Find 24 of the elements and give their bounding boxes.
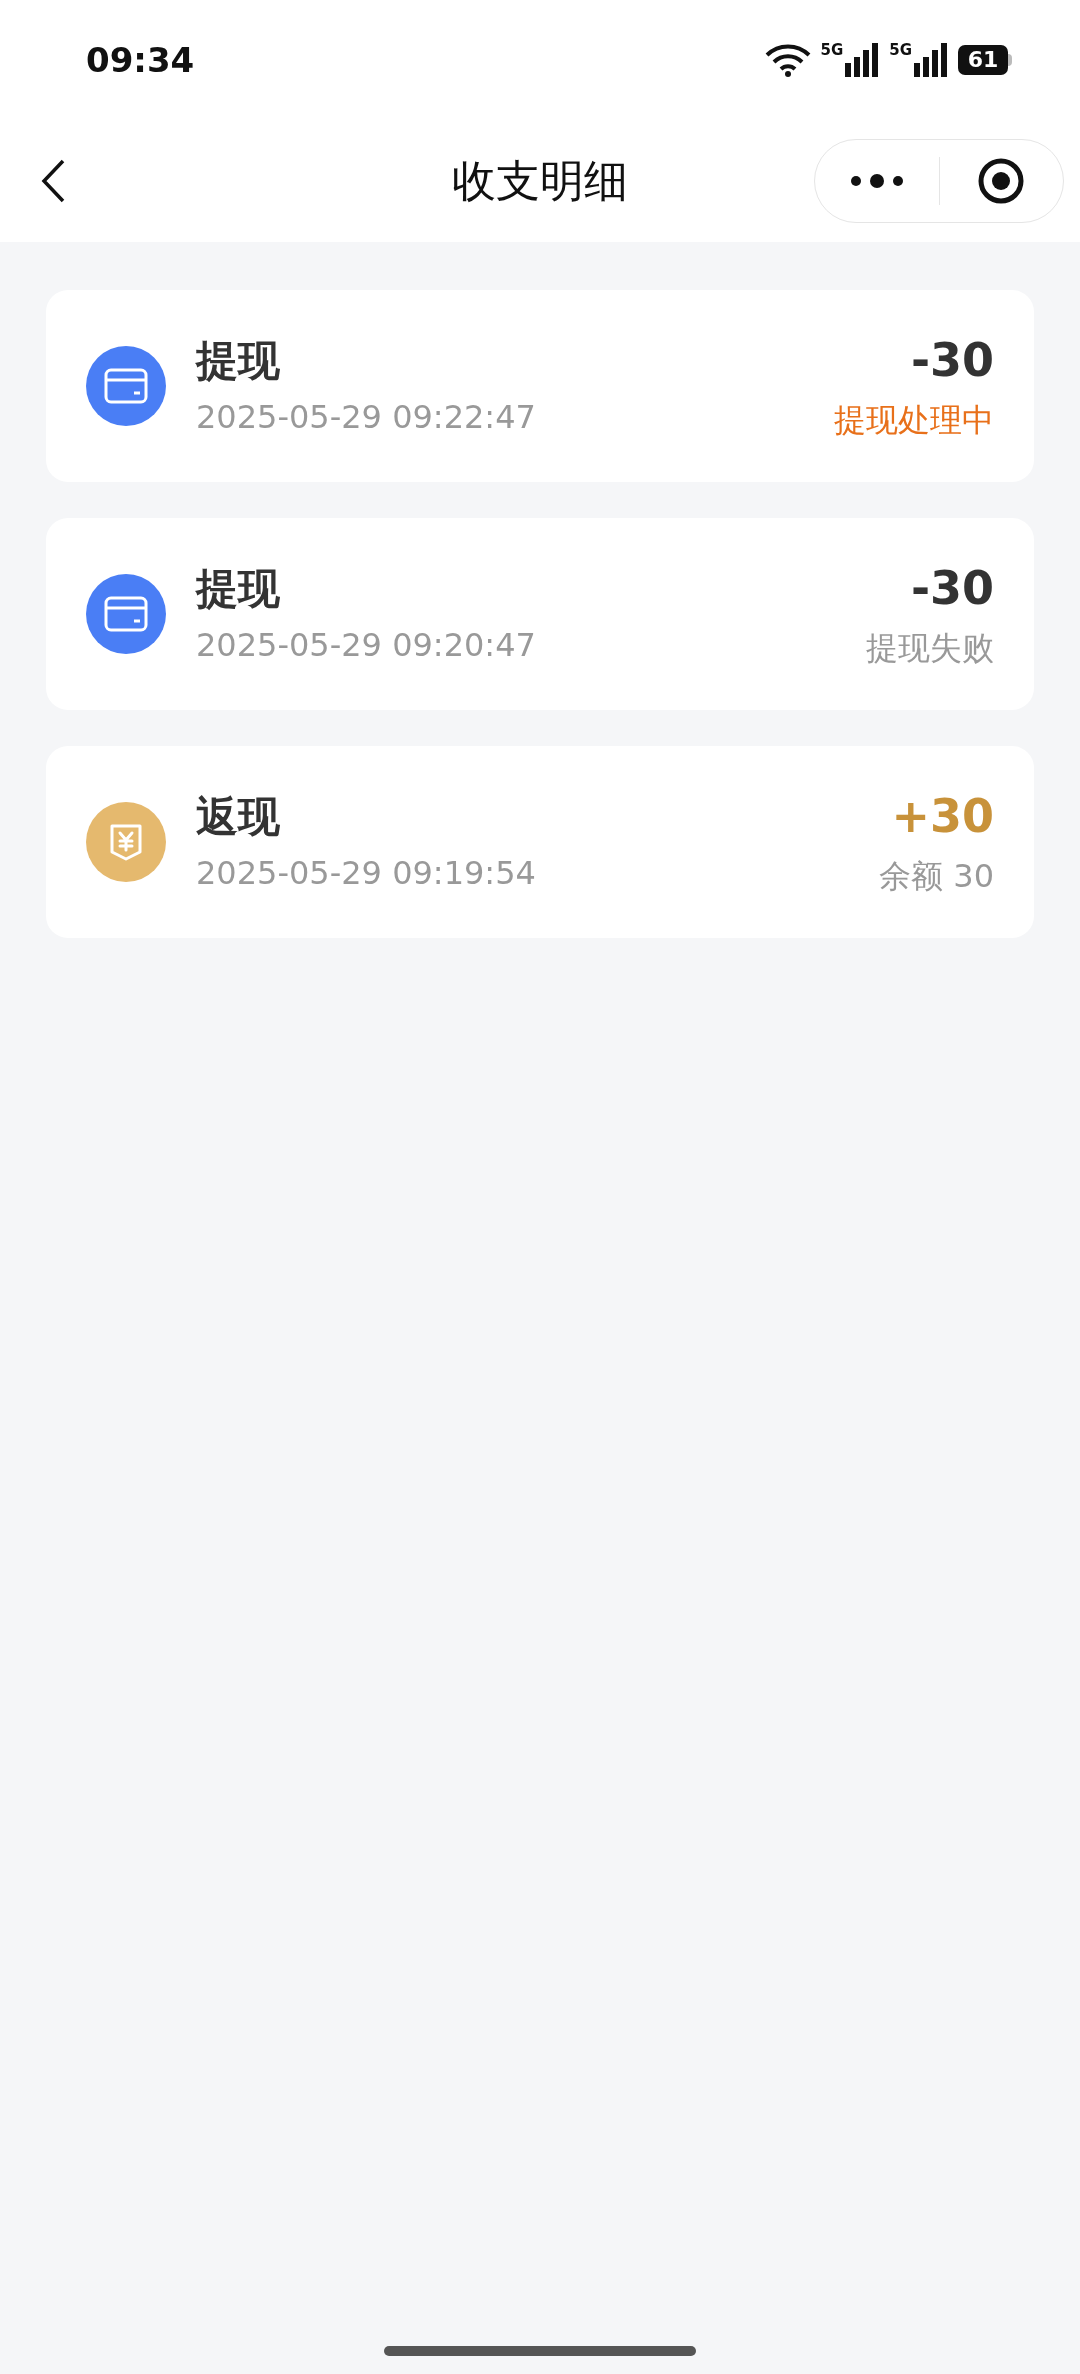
transaction-time: 2025-05-29 09:19:54 [196, 853, 536, 894]
transaction-status: 余额 30 [879, 855, 994, 896]
back-icon[interactable] [40, 158, 66, 204]
transaction-title: 返现 [196, 790, 281, 843]
transaction-time: 2025-05-29 09:22:47 [196, 397, 536, 438]
transaction-title: 提现 [196, 334, 281, 387]
transaction-title: 提现 [196, 562, 281, 615]
amount: -30 [910, 332, 994, 390]
network-label: 5G [820, 43, 844, 58]
transaction-time: 2025-05-29 09:20:47 [196, 625, 536, 666]
transaction-card[interactable]: 提现 2025-05-29 09:20:47 -30 提现失败 [46, 518, 1034, 710]
amount: -30 [910, 560, 994, 618]
transaction-status: 提现失败 [866, 627, 994, 668]
transaction-card[interactable]: 提现 2025-05-29 09:22:47 -30 提现处理中 [46, 290, 1034, 482]
amount: +30 [891, 788, 994, 846]
signal-icon [845, 43, 880, 77]
signal-icon [914, 43, 948, 77]
transaction-status: 提现处理中 [834, 399, 994, 440]
network-label: 5G [889, 43, 912, 58]
page-title: 收支明细 [452, 154, 628, 208]
wifi-icon [764, 43, 811, 77]
status-time: 09:34 [86, 38, 195, 82]
more-icon[interactable] [849, 173, 904, 189]
transaction-card[interactable]: 返现 2025-05-29 09:19:54 +30 余额 30 [46, 746, 1034, 938]
